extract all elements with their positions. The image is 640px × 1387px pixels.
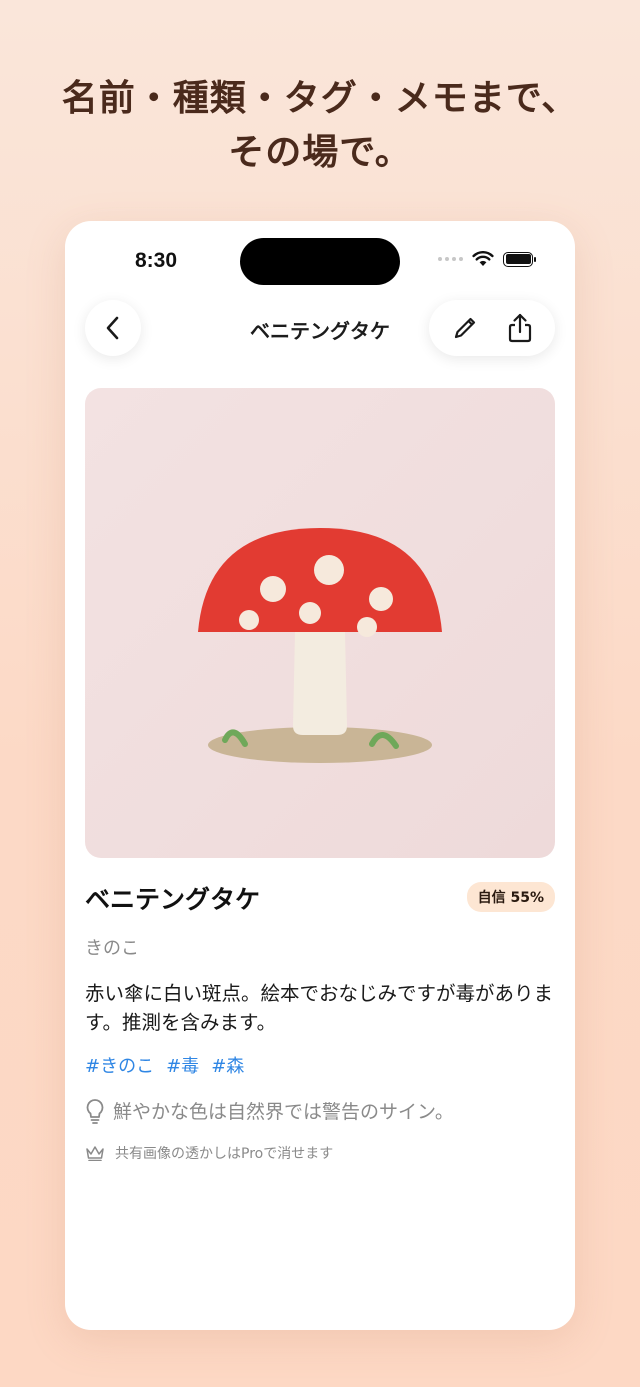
dynamic-island: [240, 238, 400, 285]
share-icon: [508, 313, 531, 343]
headline-line-2: その場で。: [228, 132, 412, 173]
headline-line-1: 名前・種類・タグ・メモまで、: [61, 78, 579, 119]
battery-icon: [503, 251, 536, 267]
tip-row: 鮮やかな色は自然界では警告のサイン。: [85, 1097, 454, 1124]
memo-text: 赤い傘に白い斑点。絵本でおなじみですが毒があります。推測を含みます。: [85, 982, 554, 1034]
cellular-signal-icon: [438, 257, 463, 261]
mushroom-illustration: [198, 528, 442, 763]
pro-note-text: 共有画像の透かしはProで消せます: [115, 1146, 334, 1162]
category-label: きのこ: [85, 938, 139, 959]
status-icons: [438, 251, 536, 267]
lightbulb-icon: [86, 1098, 104, 1124]
confidence-badge: 自信 55%: [466, 882, 555, 912]
tag-list: #きのこ #毒 #森: [85, 1052, 244, 1078]
pencil-icon: [454, 317, 475, 339]
share-button[interactable]: [500, 308, 540, 348]
tag-item[interactable]: #きのこ: [85, 1052, 154, 1078]
phone-screen: 8:30 ベニテングタケ ベニテングタケ 自信 55% きのこ 赤い傘に白い斑点…: [65, 221, 575, 1330]
nav-actions: [429, 300, 555, 356]
crown-icon: [86, 1146, 104, 1161]
edit-button[interactable]: [445, 308, 485, 348]
pro-note-row[interactable]: 共有画像の透かしはProで消せます: [85, 1143, 333, 1163]
specimen-photo[interactable]: [85, 388, 555, 858]
status-time: 8:30: [135, 249, 178, 272]
headline: 名前・種類・タグ・メモまで、 その場で。: [0, 72, 640, 180]
tag-item[interactable]: #森: [211, 1052, 244, 1078]
tip-text: 鮮やかな色は自然界では警告のサイン。: [113, 1101, 454, 1123]
specimen-name: ベニテングタケ: [85, 885, 261, 914]
wifi-icon: [472, 251, 494, 266]
tag-item[interactable]: #毒: [166, 1052, 199, 1078]
